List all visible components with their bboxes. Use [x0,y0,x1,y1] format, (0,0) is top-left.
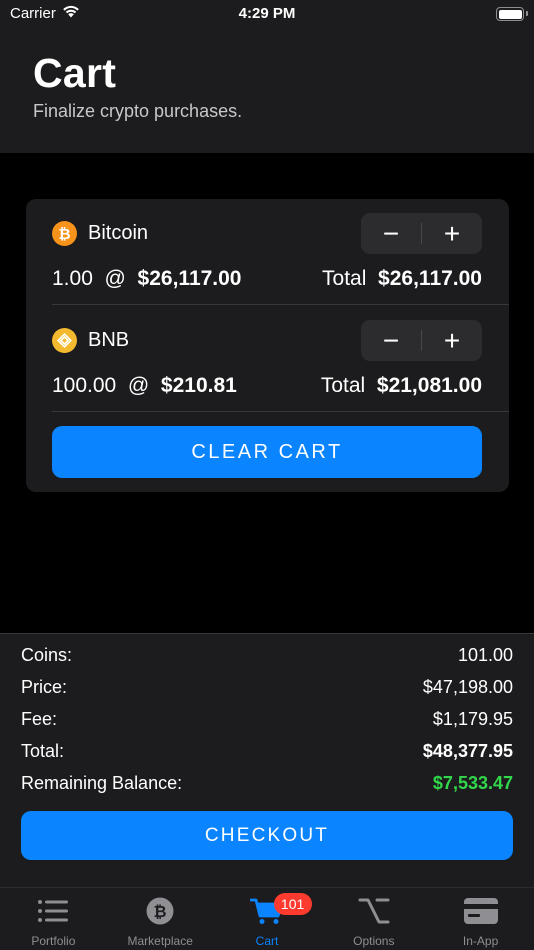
cart-items-card: ₿ Bitcoin − + 1.00 @ $26,117.00 Total $2… [26,199,509,492]
total-label: Total [322,267,367,290]
summary-label: Total: [21,741,65,761]
quantity-price-line: 100.00 @ $210.81 [52,374,237,398]
summary-row-remaining-balance: Remaining Balance: $7,533.47 [21,773,513,794]
clock: 4:29 PM [238,5,296,22]
tab-label: Portfolio [31,934,76,948]
item-total: $26,117.00 [378,267,482,290]
row-divider [52,304,509,305]
clear-cart-button[interactable]: CLEAR CART [52,426,482,478]
bitcoin-icon: ₿ [52,221,77,246]
svg-text:₿: ₿ [58,225,70,243]
summary-total-value: $48,377.95 [422,741,513,761]
credit-card-icon [463,897,498,925]
summary-label: Price: [21,677,68,697]
bitcoin-circle-icon: ₿ [143,897,177,925]
quantity-stepper: − + [361,320,482,361]
tab-label: In-App [462,934,499,948]
battery-icon [496,7,524,21]
total-label: Total [320,374,366,397]
unit-price: $210.81 [160,374,237,397]
cart-item-bnb: BNB − + 100.00 @ $210.81 Total $21,081.0… [26,306,509,412]
decrease-button[interactable]: − [361,320,421,361]
at-sign: @ [127,374,150,397]
quantity-price-line: 1.00 @ $26,117.00 [52,267,242,291]
remaining-balance-value: $7,533.47 [432,773,513,793]
checkout-button[interactable]: CHECKOUT [21,811,513,860]
summary-row-price: Price: $47,198.00 [21,677,513,698]
battery-tip [526,11,528,16]
cart-count-badge: 101 [273,893,312,915]
coin-name: Bitcoin [88,222,149,244]
status-bar: Carrier 4:29 PM [0,0,534,28]
summary-value: 101.00 [457,645,513,665]
item-total: $21,081.00 [376,374,482,397]
tab-label: Marketplace [127,934,193,948]
tab-in-app[interactable]: In-App [427,888,534,950]
item-total-line: Total $21,081.00 [321,374,482,398]
increase-button[interactable]: + [422,320,482,361]
tab-marketplace[interactable]: ₿ Marketplace [107,888,214,950]
summary-row-fee: Fee: $1,179.95 [21,709,513,730]
option-key-icon [357,897,391,925]
tab-label: Options [353,934,395,948]
tab-cart[interactable]: 101 Cart [214,888,321,950]
summary-label: Fee: [21,709,58,729]
summary-value: $47,198.00 [422,677,513,697]
page-header: Cart Finalize crypto purchases. [0,28,534,153]
tab-label: Cart [255,934,279,948]
item-total-line: Total $26,117.00 [322,267,482,291]
at-sign: @ [104,267,126,290]
order-summary: Coins: 101.00 Price: $47,198.00 Fee: $1,… [0,633,534,887]
quantity-stepper: − + [361,213,482,254]
page-title: Cart [33,50,117,96]
unit-price: $26,117.00 [137,267,242,290]
cart-item-bitcoin: ₿ Bitcoin − + 1.00 @ $26,117.00 Total $2… [26,199,509,305]
quantity: 100.00 [52,374,117,397]
summary-row-total: Total: $48,377.95 [21,741,513,762]
summary-row-coins: Coins: 101.00 [21,645,513,666]
tab-options[interactable]: Options [320,888,427,950]
quantity: 1.00 [52,267,93,290]
summary-label: Coins: [21,645,73,665]
page-subtitle: Finalize crypto purchases. [33,101,243,121]
row-divider [52,411,509,412]
summary-label: Remaining Balance: [21,773,183,793]
summary-value: $1,179.95 [432,709,513,729]
decrease-button[interactable]: − [361,213,421,254]
svg-text:₿: ₿ [154,902,167,921]
bnb-icon [52,328,77,353]
tab-bar: Portfolio ₿ Marketplace 101 Cart Options… [0,887,534,950]
tab-portfolio[interactable]: Portfolio [0,888,107,950]
list-icon [36,897,70,925]
increase-button[interactable]: + [422,213,482,254]
coin-name: BNB [88,329,130,351]
